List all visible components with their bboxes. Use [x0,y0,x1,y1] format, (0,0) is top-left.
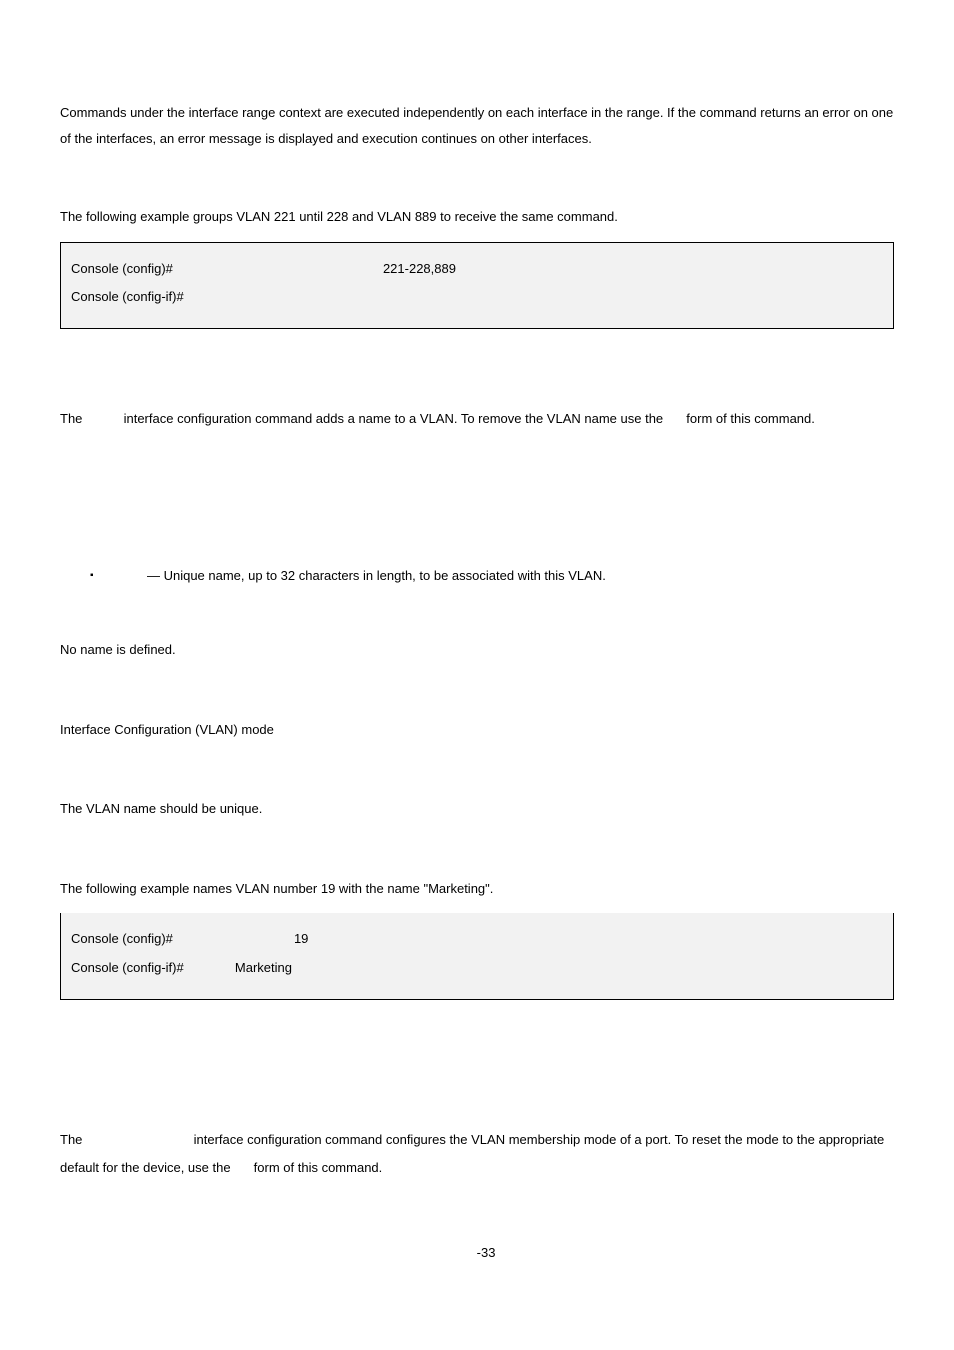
page-content: Commands under the interface range conte… [0,0,954,1302]
example-desc-2: The following example names VLAN number … [60,875,894,904]
text-mid: interface configuration command adds a n… [124,411,667,426]
footer-page: -33 [477,1245,496,1260]
code-arg: 221-228,889 [383,261,456,276]
text-post: form of this command. [254,1160,383,1175]
switchport-paragraph: The switchport mode interface configurat… [60,1126,894,1183]
text-pre: The [60,1132,86,1147]
code-line: Console (config)# interface range vlan 2… [71,255,883,284]
intro-paragraph: Commands under the interface range conte… [60,100,894,152]
code-line: Console (config-if)# [71,283,883,312]
code-line: Console (config)# interface vlan 19 [71,925,883,954]
bullet-text: string — Unique name, up to 32 character… [112,566,606,586]
text-post: form of this command. [686,411,815,426]
code-block-1: Console (config)# interface range vlan 2… [60,242,894,329]
code-text: Console (config)# [71,931,177,946]
code-arg: Marketing [235,960,292,975]
guidelines-text: The VLAN name should be unique. [60,795,894,824]
param-bullet: ▪ string — Unique name, up to 32 charact… [90,566,894,586]
default-text: No name is defined. [60,636,894,665]
code-arg: 19 [294,931,308,946]
bullet-icon: ▪ [90,568,94,583]
code-text: Console (config)# [71,261,177,276]
example-desc-1: The following example groups VLAN 221 un… [60,203,894,232]
code-text: Console (config-if)# [71,960,187,975]
name-paragraph: The name interface configuration command… [60,405,894,434]
mode-text: Interface Configuration (VLAN) mode [60,716,894,745]
text-mid: interface configuration command configur… [60,1132,884,1176]
text-pre: The [60,411,86,426]
code-block-2: Console (config)# interface vlan 19 Cons… [60,913,894,999]
page-footer: 33 -33 [60,1243,894,1263]
code-line: Console (config-if)# name Marketing [71,954,883,983]
code-text: Console (config-if)# [71,289,184,304]
param-desc: — Unique name, up to 32 characters in le… [147,568,606,583]
